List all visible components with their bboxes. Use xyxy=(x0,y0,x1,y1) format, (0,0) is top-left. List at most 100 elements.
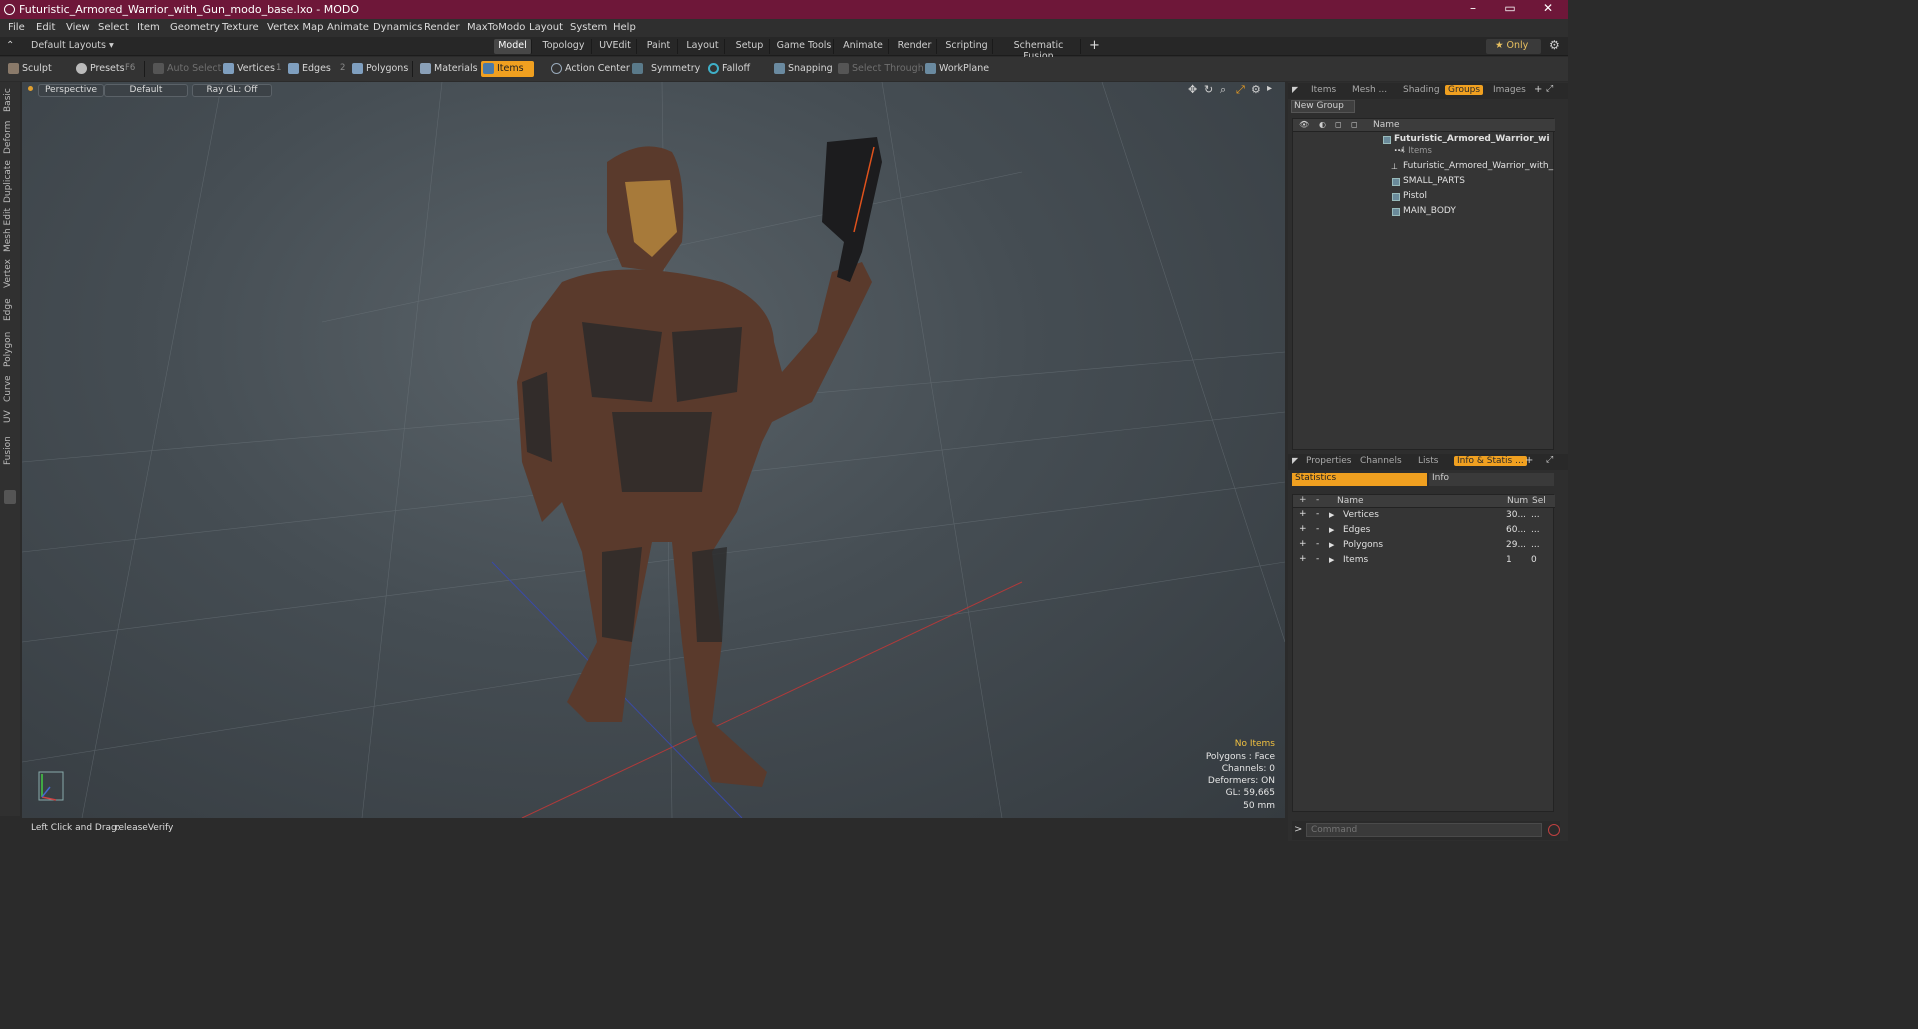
minimize-button[interactable]: – xyxy=(1463,1,1483,15)
rotate-icon[interactable]: ↻ xyxy=(1204,83,1213,96)
viewport-expand-icon[interactable]: ▸ xyxy=(1267,83,1272,94)
menu-geometry[interactable]: Geometry xyxy=(170,22,220,33)
tab-shading[interactable]: Shading xyxy=(1403,85,1440,95)
maximize-button[interactable]: ▭ xyxy=(1500,1,1520,15)
vertices-button[interactable]: Vertices xyxy=(221,61,275,77)
tab-render[interactable]: Render xyxy=(893,39,937,54)
shading-mode-dropdown[interactable]: Default xyxy=(104,84,188,97)
menu-animate[interactable]: Animate xyxy=(327,22,369,33)
tab-animate[interactable]: Animate xyxy=(838,39,889,54)
tab-groups[interactable]: Groups xyxy=(1445,85,1484,95)
edges-button[interactable]: Edges xyxy=(286,61,331,77)
pan-icon[interactable]: ✥ xyxy=(1188,83,1197,96)
items-button[interactable]: Items xyxy=(481,61,534,77)
tab-model[interactable]: Model xyxy=(494,39,532,54)
group-child[interactable]: SMALL_PARTS xyxy=(1293,175,1555,190)
fit-view-icon[interactable]: ⤢ xyxy=(1236,83,1245,97)
zoom-icon[interactable]: ⌕ xyxy=(1220,83,1226,97)
collapse-icon[interactable]: - xyxy=(1316,554,1319,564)
tab-mesh[interactable]: Mesh ... xyxy=(1352,85,1387,95)
polygons-button[interactable]: Polygons xyxy=(350,61,408,77)
tab-schematic-fusion[interactable]: Schematic Fusion xyxy=(997,39,1081,62)
left-tab-uv[interactable]: UV xyxy=(3,408,17,426)
left-tab-polygon[interactable]: Polygon xyxy=(3,330,17,368)
tab-layout[interactable]: Layout xyxy=(681,39,725,54)
settings-gear-icon[interactable]: ⚙ xyxy=(1549,38,1560,52)
tab-images[interactable]: Images xyxy=(1493,85,1526,95)
add-tab-button[interactable]: + xyxy=(1089,38,1100,53)
tab-scripting[interactable]: Scripting xyxy=(941,39,993,54)
action-center-button[interactable]: Action Center xyxy=(549,61,630,77)
menu-edit[interactable]: Edit xyxy=(36,22,55,33)
menu-vertex-map[interactable]: Vertex Map xyxy=(267,22,323,33)
left-tab-fusion[interactable]: Fusion xyxy=(3,436,17,466)
stats-row-items[interactable]: + - ▶ Items 1 0 xyxy=(1293,554,1555,569)
menu-maxtomodo[interactable]: MaxToModo xyxy=(467,22,525,33)
only-toggle[interactable]: ★ Only xyxy=(1486,39,1541,54)
left-tab-mesh-edit[interactable]: Mesh Edit xyxy=(3,208,17,252)
group-child[interactable]: ⊥ Futuristic_Armored_Warrior_with_ ... xyxy=(1293,160,1555,181)
symmetry-button[interactable]: Symmetry xyxy=(630,61,700,77)
disclosure-arrow-icon[interactable]: ▶ xyxy=(1329,511,1334,519)
expand-icon[interactable]: + xyxy=(1299,524,1307,534)
new-group-button[interactable]: New Group xyxy=(1291,100,1355,113)
stats-row-vertices[interactable]: + - ▶ Vertices 30... ... xyxy=(1293,509,1555,524)
left-tab-basic[interactable]: Basic xyxy=(3,86,17,114)
menu-dynamics[interactable]: Dynamics xyxy=(373,22,422,33)
tab-topology[interactable]: Topology xyxy=(536,39,592,54)
workplane-button[interactable]: WorkPlane xyxy=(923,61,989,77)
tab-info-statistics[interactable]: Info & Statis ... xyxy=(1454,456,1527,466)
panel-expand-icon[interactable]: ⤢ xyxy=(1546,455,1553,465)
select-through-button[interactable]: Select Through xyxy=(836,61,924,77)
disclosure-arrow-icon[interactable]: ▶ xyxy=(1329,556,1334,564)
presets-button[interactable]: Presets xyxy=(74,61,125,77)
stats-row-polygons[interactable]: + - ▶ Polygons 29... ... xyxy=(1293,539,1555,554)
tab-uvedit[interactable]: UVEdit xyxy=(594,39,637,54)
tab-paint[interactable]: Paint xyxy=(640,39,678,54)
panel-menu-icon[interactable]: ◤ xyxy=(1292,456,1298,465)
menu-help[interactable]: Help xyxy=(613,22,636,33)
viewport-settings-icon[interactable]: ⚙ xyxy=(1251,83,1261,96)
panel-expand-icon[interactable]: ⤢ xyxy=(1546,84,1553,94)
add-panel-tab-icon[interactable]: + xyxy=(1525,455,1533,466)
expand-icon[interactable]: + xyxy=(1299,554,1307,564)
menu-view[interactable]: View xyxy=(66,22,90,33)
menu-layout[interactable]: Layout xyxy=(529,22,563,33)
layout-selector[interactable]: Default Layouts ▾ xyxy=(31,40,114,51)
menu-system[interactable]: System xyxy=(570,22,607,33)
tab-properties[interactable]: Properties xyxy=(1306,456,1351,466)
command-input[interactable] xyxy=(1306,823,1542,837)
collapse-icon[interactable]: - xyxy=(1316,539,1319,549)
menu-item[interactable]: Item xyxy=(137,22,160,33)
left-tab-vertex[interactable]: Vertex xyxy=(3,258,17,290)
layout-up-icon[interactable]: ⌃ xyxy=(6,40,14,51)
tab-items[interactable]: Items xyxy=(1311,85,1336,95)
statistics-tab[interactable]: Statistics xyxy=(1292,473,1427,486)
falloff-button[interactable]: Falloff xyxy=(706,61,750,77)
tab-game-tools[interactable]: Game Tools xyxy=(775,39,834,54)
disclosure-arrow-icon[interactable]: ▶ xyxy=(1329,526,1334,534)
raygl-toggle[interactable]: Ray GL: Off xyxy=(192,84,272,97)
command-record-icon[interactable] xyxy=(1548,824,1560,836)
collapse-icon[interactable]: - xyxy=(1316,509,1319,519)
menu-select[interactable]: Select xyxy=(98,22,129,33)
panel-menu-icon[interactable]: ◤ xyxy=(1292,85,1298,94)
group-child[interactable]: Pistol xyxy=(1293,190,1555,205)
snapping-button[interactable]: Snapping xyxy=(772,61,833,77)
expand-icon[interactable]: + xyxy=(1299,509,1307,519)
group-child[interactable]: MAIN_BODY xyxy=(1293,205,1555,220)
materials-button[interactable]: Materials xyxy=(418,61,478,77)
auto-select-button[interactable]: Auto Select xyxy=(151,61,221,77)
tab-setup[interactable]: Setup xyxy=(730,39,770,54)
add-panel-tab-icon[interactable]: + xyxy=(1534,84,1542,95)
collapse-icon[interactable]: - xyxy=(1316,524,1319,534)
left-tab-curve[interactable]: Curve xyxy=(3,374,17,404)
expand-icon[interactable]: + xyxy=(1299,539,1307,549)
3d-viewport[interactable]: Perspective Default Ray GL: Off ✥ ↻ ⌕ ⤢ … xyxy=(22,82,1285,818)
disclosure-arrow-icon[interactable]: ▶ xyxy=(1329,541,1334,549)
sculpt-button[interactable]: Sculpt xyxy=(6,61,52,77)
tab-lists[interactable]: Lists xyxy=(1418,456,1438,466)
tab-channels[interactable]: Channels xyxy=(1360,456,1402,466)
menu-render[interactable]: Render xyxy=(424,22,460,33)
view-mode-dropdown[interactable]: Perspective xyxy=(38,84,104,97)
